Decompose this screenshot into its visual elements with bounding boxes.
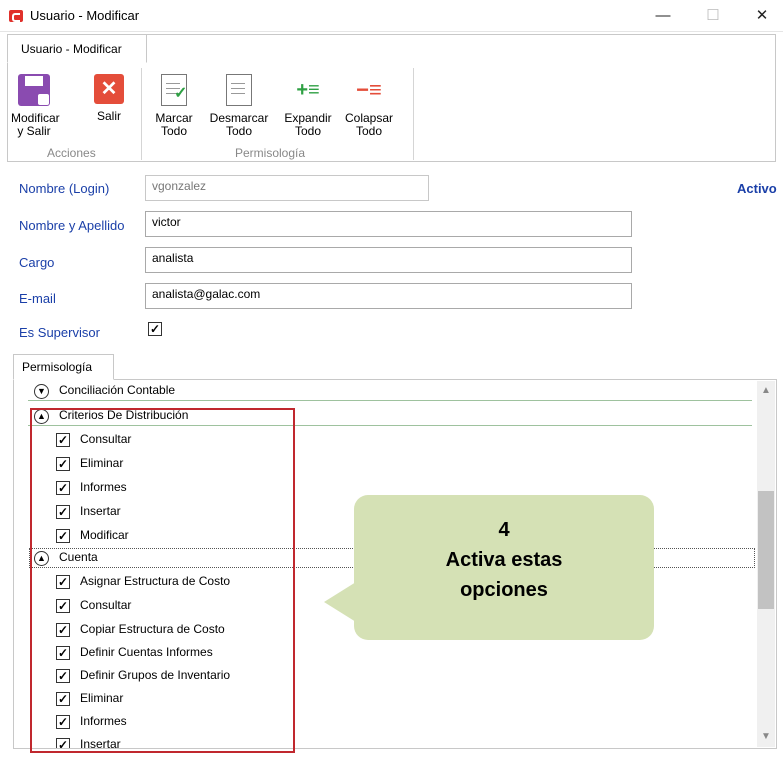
permission-checkbox[interactable]: ✓ [56, 623, 70, 637]
login-field: vgonzalez [145, 175, 429, 201]
permission-checkbox[interactable]: ✓ [56, 715, 70, 729]
expandir-todo-button[interactable]: +≡ Expandir Todo [279, 74, 337, 138]
group-divider [413, 68, 414, 160]
collapse-icon: −≡ [356, 77, 382, 102]
permission-checkbox[interactable]: ✓ [56, 575, 70, 589]
window-title: Usuario - Modificar [30, 8, 140, 23]
salir-button[interactable]: ✕ Salir [91, 74, 127, 123]
ribbon-tab-label: Usuario - Modificar [21, 42, 122, 56]
permission-checkbox[interactable]: ✓ [56, 669, 70, 683]
login-label: Nombre (Login) [19, 181, 110, 196]
group-label: Criterios De Distribución [59, 408, 189, 422]
close-window-button[interactable]: ✕ [752, 6, 772, 26]
status-badge: Activo [737, 181, 777, 196]
check-document-icon: ✓ [161, 74, 187, 106]
permission-label: Informes [80, 480, 127, 494]
tab-permisologia[interactable]: Permisología [13, 354, 114, 380]
permisologia-tab-label: Permisología [22, 360, 93, 374]
permission-checkbox[interactable]: ✓ [56, 433, 70, 447]
callout-pointer [324, 582, 356, 622]
desmarcar-todo-button[interactable]: Desmarcar Todo [205, 74, 273, 138]
acciones-group-label: Acciones [47, 146, 96, 160]
permission-label: Modificar [80, 528, 129, 542]
modificar-y-salir-button[interactable]: Modificar y Salir [11, 74, 60, 138]
collapse-icon[interactable]: ▲ [34, 551, 49, 566]
email-field[interactable]: analista@galac.com [145, 283, 632, 309]
modificar-y-salir-label: Modificar y Salir [11, 111, 60, 138]
permission-checkbox[interactable]: ✓ [56, 738, 70, 748]
divider [28, 425, 752, 426]
cargo-label: Cargo [19, 255, 55, 270]
minimize-button[interactable]: — [653, 6, 673, 26]
maximize-button[interactable]: ☐ [703, 6, 723, 26]
group-divider [141, 68, 142, 160]
permission-label: Definir Grupos de Inventario [80, 668, 231, 682]
callout-text-line2: opciones [460, 579, 548, 601]
callout-step-number: 4 [498, 519, 510, 541]
expand-icon[interactable]: ▼ [34, 384, 49, 399]
scroll-down-icon[interactable]: ▼ [757, 729, 775, 745]
group-label: Conciliación Contable [59, 383, 176, 397]
permission-label: Insertar [80, 504, 121, 518]
email-label: E-mail [19, 291, 56, 306]
salir-label: Salir [96, 109, 121, 123]
tab-usuario-modificar[interactable]: Usuario - Modificar [7, 34, 147, 63]
permisologia-group-label: Permisología [235, 146, 306, 160]
permission-label: Definir Cuentas Informes [80, 645, 213, 659]
marcar-todo-label: Marcar Todo [155, 111, 193, 138]
fullname-field[interactable]: victor [145, 211, 632, 237]
scroll-up-icon[interactable]: ▲ [757, 383, 775, 399]
collapse-icon[interactable]: ▲ [34, 409, 49, 424]
permission-label: Insertar [80, 737, 121, 749]
vertical-scrollbar[interactable]: ▲ ▼ [757, 381, 775, 747]
permission-label: Informes [80, 714, 127, 728]
permission-checkbox[interactable]: ✓ [56, 481, 70, 495]
permission-checkbox[interactable]: ✓ [56, 529, 70, 543]
callout-text-line1: Activa estas [445, 549, 563, 571]
permission-checkbox[interactable]: ✓ [56, 692, 70, 706]
permission-checkbox[interactable]: ✓ [56, 457, 70, 471]
permission-label: Consultar [80, 598, 132, 612]
fullname-label: Nombre y Apellido [19, 218, 125, 233]
callout-annotation: 4 Activa estas opciones [354, 495, 654, 640]
supervisor-checkbox[interactable]: ✓ [148, 322, 162, 336]
permission-label: Eliminar [80, 456, 124, 470]
supervisor-label: Es Supervisor [19, 325, 100, 340]
marcar-todo-button[interactable]: ✓ Marcar Todo [149, 74, 199, 138]
document-icon [226, 74, 252, 106]
expand-icon: +≡ [296, 79, 320, 101]
title-bar: Usuario - Modificar — ☐ ✕ [0, 0, 783, 32]
divider [28, 400, 752, 401]
save-icon [18, 74, 50, 106]
permission-label: Eliminar [80, 691, 124, 705]
permission-checkbox[interactable]: ✓ [56, 505, 70, 519]
permission-checkbox[interactable]: ✓ [56, 599, 70, 613]
expandir-todo-label: Expandir Todo [284, 111, 332, 138]
permission-checkbox[interactable]: ✓ [56, 646, 70, 660]
app-logo-icon [9, 10, 23, 22]
close-icon: ✕ [94, 74, 124, 104]
colapsar-todo-label: Colapsar Todo [344, 111, 394, 138]
scroll-thumb[interactable] [758, 491, 774, 609]
colapsar-todo-button[interactable]: −≡ Colapsar Todo [341, 74, 397, 138]
ribbon-body: Modificar y Salir ✕ Salir Acciones ✓ Mar… [7, 62, 415, 162]
group-label: Cuenta [59, 550, 98, 564]
cargo-field[interactable]: analista [145, 247, 632, 273]
permission-label: Asignar Estructura de Costo [80, 574, 231, 588]
desmarcar-todo-label: Desmarcar Todo [209, 111, 269, 138]
permission-label: Consultar [80, 432, 132, 446]
permission-label: Copiar Estructura de Costo [80, 622, 225, 636]
